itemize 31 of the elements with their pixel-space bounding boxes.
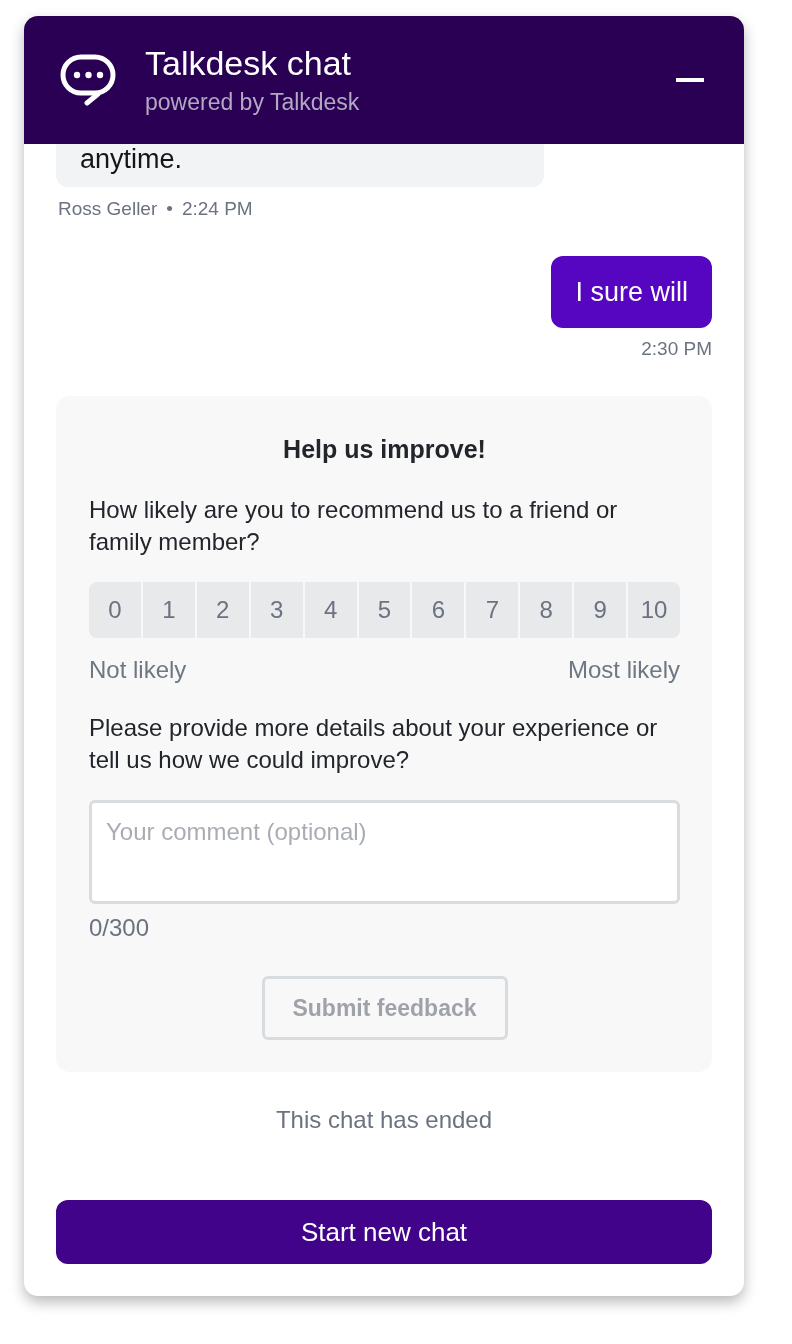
comment-field[interactable]: Your comment (optional) xyxy=(89,800,680,904)
scale-high-label: Most likely xyxy=(567,655,680,685)
score-option[interactable]: 1 xyxy=(142,582,195,638)
header-title: Talkdesk chat xyxy=(145,44,351,82)
chat-ended-notice: This chat has ended xyxy=(275,1105,493,1135)
chat-bubble-icon xyxy=(60,54,116,106)
survey-title: Help us improve! xyxy=(283,434,486,465)
score-option[interactable]: 0 xyxy=(89,582,141,638)
start-new-chat-button[interactable]: Start new chat xyxy=(56,1200,712,1264)
sender-name: Ross Geller xyxy=(58,198,158,220)
score-option[interactable]: 6 xyxy=(412,582,465,638)
character-counter: 0/300 xyxy=(89,913,150,943)
score-option[interactable]: 10 xyxy=(628,582,680,638)
message-time: 2:30 PM xyxy=(641,338,712,360)
incoming-message: anytime. xyxy=(56,144,544,187)
score-option[interactable]: 4 xyxy=(304,582,357,638)
header-subtitle: powered by Talkdesk xyxy=(145,88,360,116)
minimize-icon xyxy=(676,78,704,82)
separator-dot: • xyxy=(166,198,173,220)
score-option[interactable]: 5 xyxy=(358,582,411,638)
minimize-button[interactable] xyxy=(676,78,704,82)
score-option[interactable]: 3 xyxy=(250,582,303,638)
outgoing-message: I sure will xyxy=(551,256,712,328)
score-option[interactable]: 8 xyxy=(520,582,573,638)
message-time: 2:24 PM xyxy=(181,198,253,220)
score-option[interactable]: 9 xyxy=(574,582,627,638)
scale-low-label: Not likely xyxy=(89,655,187,685)
score-option[interactable]: 2 xyxy=(196,582,249,638)
score-option[interactable]: 7 xyxy=(466,582,519,638)
survey-question: How likely are you to recommend us to a friend or family member? xyxy=(89,495,619,557)
comment-question: Please provide more details about your experience or tell us how we could improve? xyxy=(89,713,659,775)
